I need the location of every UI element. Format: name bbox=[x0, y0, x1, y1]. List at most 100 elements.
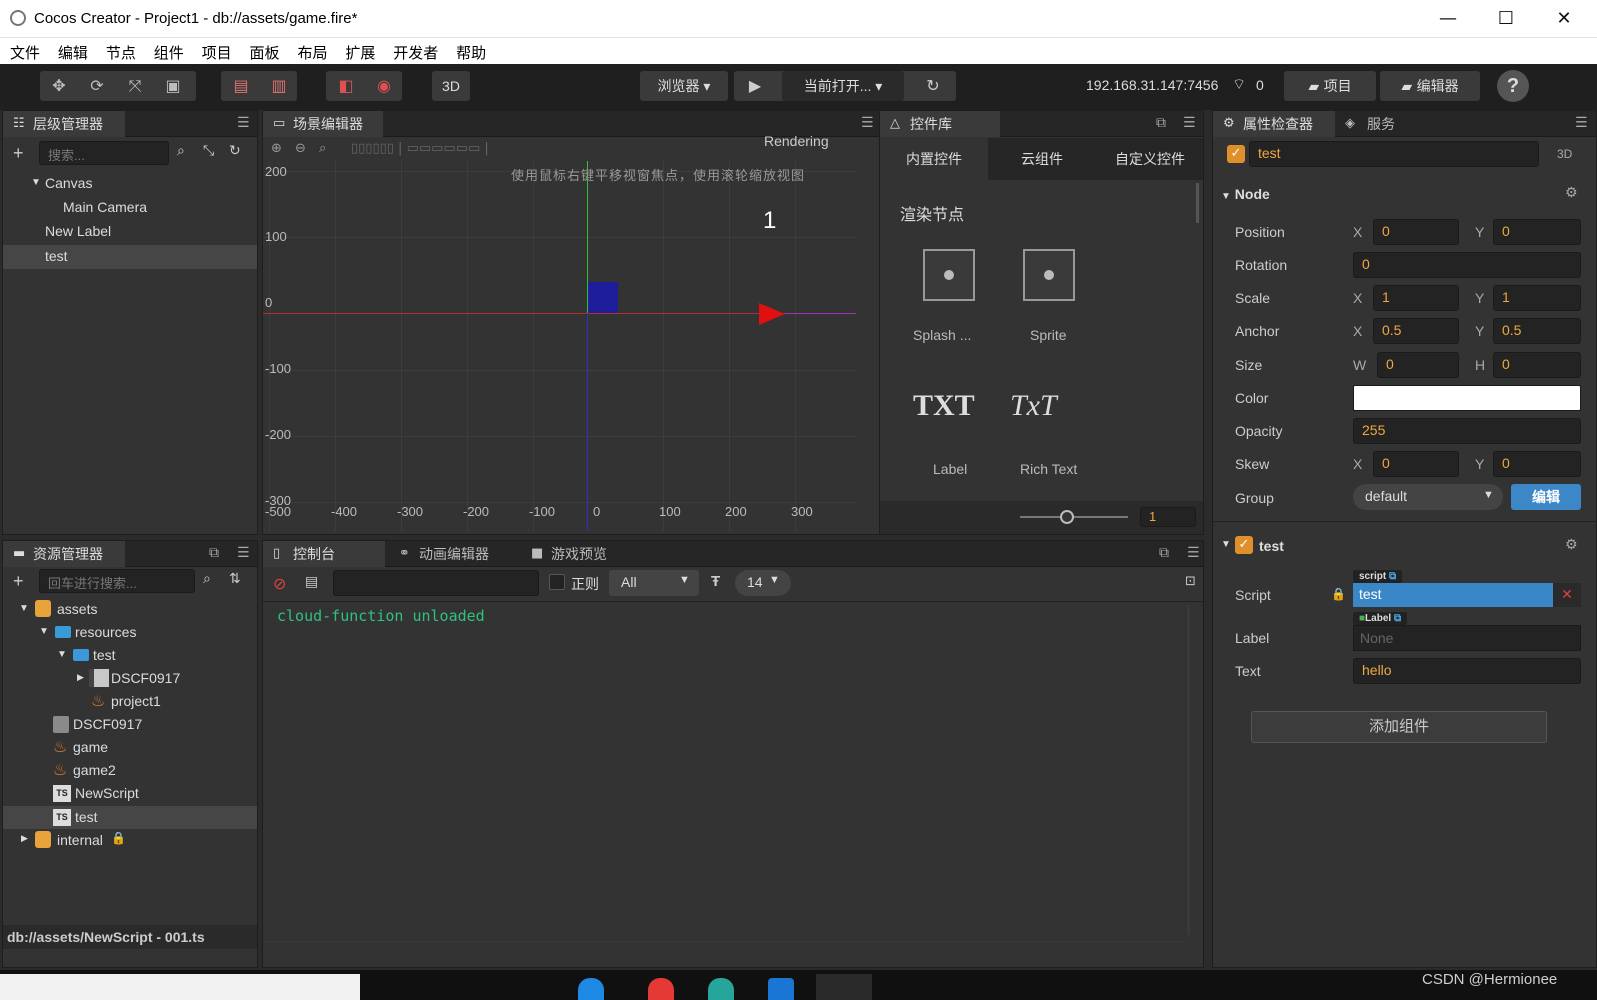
asset-item-assets[interactable]: ▼ assets bbox=[3, 599, 257, 622]
menu-developer[interactable]: 开发者 bbox=[393, 38, 438, 63]
rich-text-widget-icon[interactable]: TxT bbox=[1010, 389, 1057, 423]
scene-viewport[interactable]: 200 100 0 -100 -200 -300 -500 -400 -300 … bbox=[263, 161, 856, 531]
anchor-x-input[interactable]: 0.5 bbox=[1373, 318, 1459, 344]
zoom-slider[interactable] bbox=[1020, 516, 1128, 518]
tab-inspector[interactable]: ⚙ 属性检查器 bbox=[1213, 111, 1335, 137]
script-asset-field[interactable]: test bbox=[1353, 583, 1553, 607]
add-node-button[interactable]: + bbox=[13, 143, 24, 164]
position-x-input[interactable]: 0 bbox=[1373, 219, 1459, 245]
close-button[interactable]: ✕ bbox=[1542, 4, 1586, 34]
zoom-out-icon[interactable]: ⊖ bbox=[295, 141, 306, 156]
panel-menu-icon[interactable]: ☰ bbox=[1187, 545, 1200, 561]
menu-edit[interactable]: 编辑 bbox=[58, 38, 88, 63]
toggle-3d-button[interactable]: 3D bbox=[432, 71, 470, 101]
search-icon[interactable]: ⌕ bbox=[177, 143, 185, 159]
menu-project[interactable]: 项目 bbox=[202, 38, 232, 63]
group-select[interactable]: default ▼ bbox=[1353, 484, 1503, 510]
assets-search-input[interactable]: 回车进行搜索... bbox=[39, 569, 195, 593]
help-button[interactable]: ? bbox=[1497, 70, 1529, 102]
preview-ip[interactable]: 192.168.31.147:7456 bbox=[1086, 77, 1218, 93]
menu-panel[interactable]: 面板 bbox=[250, 38, 280, 63]
play-button[interactable]: ▶ bbox=[740, 71, 770, 101]
log-level-select[interactable]: All ▼ bbox=[609, 570, 699, 596]
tab-console[interactable]: ▯ 控制台 bbox=[263, 541, 385, 567]
panel-menu-icon[interactable]: ☰ bbox=[1183, 115, 1196, 131]
color-swatch[interactable] bbox=[1353, 385, 1581, 411]
tree-item-new-label[interactable]: New Label bbox=[3, 221, 257, 245]
rendering-select[interactable]: Rendering bbox=[764, 133, 829, 149]
remove-script-icon[interactable]: ✕ bbox=[1553, 583, 1581, 607]
zoom-slider-handle[interactable] bbox=[1060, 510, 1074, 524]
tab-animation-editor[interactable]: ⚭ 动画编辑器 bbox=[389, 541, 519, 567]
size-h-input[interactable]: 0 bbox=[1493, 352, 1581, 378]
pivot-icon[interactable]: ▤ bbox=[226, 71, 256, 101]
sprite-widget-icon[interactable] bbox=[1023, 249, 1075, 301]
text-prop-input[interactable]: hello bbox=[1353, 658, 1581, 684]
popout-icon[interactable]: ⧉ bbox=[209, 545, 219, 561]
open-log-icon[interactable]: ▤ bbox=[305, 574, 318, 590]
rotate-tool-icon[interactable]: ⟳ bbox=[82, 71, 112, 101]
component-settings-gear-icon[interactable]: ⚙ bbox=[1565, 537, 1578, 553]
panel-menu-icon[interactable]: ☰ bbox=[861, 115, 874, 131]
taskbar-active-app[interactable] bbox=[816, 974, 872, 1000]
align-tools-icon[interactable]: ▯▯▯▯▯▯ | ▭▭▭▭▭▭ | bbox=[351, 141, 489, 156]
menu-file[interactable]: 文件 bbox=[10, 38, 40, 63]
asset-item-newscript[interactable]: TS NewScript bbox=[3, 783, 257, 806]
asset-item-dscf0917-texture[interactable]: ▶ DSCF0917 bbox=[3, 668, 257, 691]
refresh-button[interactable]: ↻ bbox=[918, 71, 948, 101]
move-tool-icon[interactable]: ✥ bbox=[44, 71, 74, 101]
tab-assets[interactable]: ▬ 资源管理器 bbox=[3, 541, 125, 567]
add-asset-button[interactable]: + bbox=[13, 571, 24, 592]
taskbar-app-icon[interactable] bbox=[648, 978, 674, 1000]
clear-console-icon[interactable]: ⊘ bbox=[273, 574, 286, 593]
node-3d-toggle[interactable]: 3D bbox=[1557, 147, 1572, 161]
scale-x-input[interactable]: 1 bbox=[1373, 285, 1459, 311]
menu-help[interactable]: 帮助 bbox=[456, 38, 486, 63]
popout-icon[interactable]: ⧉ bbox=[1159, 545, 1169, 561]
asset-item-game[interactable]: ♨ game bbox=[3, 737, 257, 760]
refresh-icon[interactable]: ↻ bbox=[229, 143, 241, 159]
scene-select[interactable]: 当前打开... ▾ bbox=[782, 71, 904, 101]
tab-cloud-components[interactable]: 云组件 bbox=[988, 138, 1096, 180]
tab-builtin-widgets[interactable]: 内置控件 bbox=[880, 138, 988, 180]
add-component-button[interactable]: 添加组件 bbox=[1251, 711, 1547, 743]
component-enabled-checkbox[interactable]: ✓ bbox=[1235, 536, 1253, 554]
position-y-input[interactable]: 0 bbox=[1493, 219, 1581, 245]
taskbar-app-icon[interactable] bbox=[578, 978, 604, 1000]
tab-scene-editor[interactable]: ▭ 场景编辑器 bbox=[263, 111, 383, 137]
skew-y-input[interactable]: 0 bbox=[1493, 451, 1581, 477]
expand-arrow-icon[interactable]: ▶ bbox=[77, 672, 84, 683]
global-space-icon[interactable]: ◉ bbox=[369, 71, 399, 101]
minimize-button[interactable]: — bbox=[1426, 4, 1470, 34]
opacity-input[interactable]: 255 bbox=[1353, 418, 1581, 444]
collapse-icon[interactable]: ⤡ bbox=[203, 143, 214, 159]
maximize-button[interactable]: ☐ bbox=[1484, 4, 1528, 34]
scale-tool-icon[interactable]: ⤧ bbox=[120, 71, 150, 101]
asset-item-project1[interactable]: ♨ project1 bbox=[3, 691, 257, 714]
x-arrow-handle-icon[interactable] bbox=[759, 303, 785, 325]
zoom-reset-icon[interactable]: ⌕ bbox=[319, 141, 326, 156]
open-editor-button[interactable]: ▰ 编辑器 bbox=[1380, 71, 1480, 101]
group-edit-button[interactable]: 编辑 bbox=[1511, 484, 1581, 510]
selected-node-gizmo[interactable] bbox=[588, 282, 618, 313]
node-settings-gear-icon[interactable]: ⚙ bbox=[1565, 185, 1578, 201]
skew-x-input[interactable]: 0 bbox=[1373, 451, 1459, 477]
center-icon[interactable]: ▥ bbox=[264, 71, 294, 101]
asset-item-game2[interactable]: ♨ game2 bbox=[3, 760, 257, 783]
expand-arrow-icon[interactable]: ▼ bbox=[39, 626, 49, 637]
tab-widget-library[interactable]: △ 控件库 bbox=[880, 111, 1000, 137]
asset-item-internal[interactable]: ▶ internal 🔒 bbox=[3, 829, 257, 852]
preview-platform-select[interactable]: 浏览器 ▾ bbox=[640, 71, 728, 101]
sort-icon[interactable]: ⇅ bbox=[229, 571, 241, 587]
popout-icon[interactable]: ⧉ bbox=[1156, 115, 1166, 131]
search-icon[interactable]: ⌕ bbox=[203, 571, 211, 587]
node-section-header[interactable]: ▼ Node bbox=[1221, 186, 1270, 202]
tree-item-test[interactable]: test bbox=[3, 245, 257, 269]
label-ref-field[interactable]: None bbox=[1353, 625, 1581, 651]
taskbar-search-box[interactable] bbox=[0, 974, 360, 1000]
regex-checkbox[interactable] bbox=[549, 574, 565, 590]
asset-item-resources[interactable]: ▼ resources bbox=[3, 622, 257, 645]
panel-menu-icon[interactable]: ☰ bbox=[237, 115, 250, 131]
asset-item-dscf0917[interactable]: DSCF0917 bbox=[3, 714, 257, 737]
expand-arrow-icon[interactable]: ▶ bbox=[21, 833, 28, 844]
